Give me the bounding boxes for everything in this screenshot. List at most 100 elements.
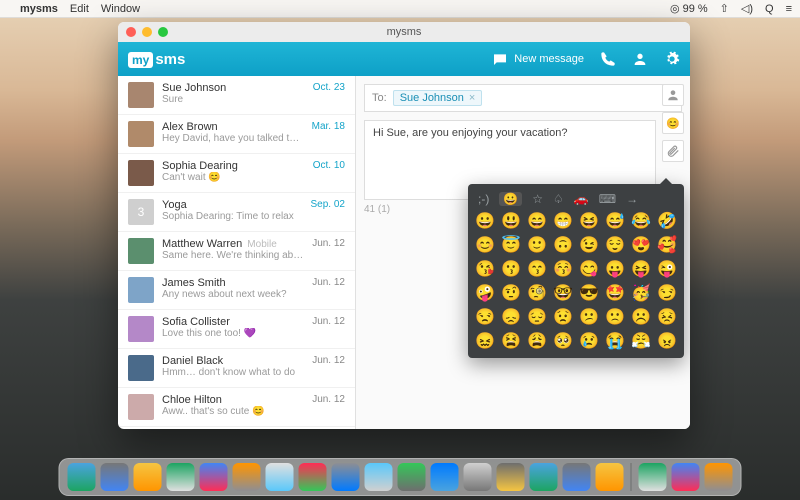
emoji-tab[interactable]: →	[626, 192, 638, 206]
emoji-cell[interactable]: 😉	[578, 236, 600, 256]
conversation-item[interactable]: John BakerI'll give it a try!Jun. 12	[118, 427, 355, 429]
emoji-cell[interactable]: 😣	[656, 308, 678, 328]
call-icon[interactable]	[600, 51, 616, 67]
emoji-cell[interactable]: 😭	[604, 332, 626, 352]
emoji-tab[interactable]: 🚗	[574, 192, 589, 206]
conversation-item[interactable]: Matthew WarrenMobileSame here. We're thi…	[118, 232, 355, 271]
emoji-cell[interactable]: 🤣	[656, 212, 678, 232]
conversation-item[interactable]: Sophia DearingCan't wait 😊Oct. 10	[118, 154, 355, 193]
emoji-cell[interactable]: 😄	[526, 212, 548, 232]
dock-app-icon[interactable]	[134, 463, 162, 491]
add-contact-button[interactable]	[662, 84, 684, 106]
emoji-cell[interactable]: 😔	[526, 308, 548, 328]
notification-center-icon[interactable]: ≡	[786, 3, 792, 15]
dock-app-icon[interactable]	[639, 463, 667, 491]
dock-app-icon[interactable]	[431, 463, 459, 491]
emoji-cell[interactable]: 🥺	[552, 332, 574, 352]
dock-app-icon[interactable]	[233, 463, 261, 491]
emoji-cell[interactable]: 🤩	[604, 284, 626, 304]
volume-icon[interactable]: ◁)	[741, 2, 753, 15]
remove-recipient-icon[interactable]: ×	[469, 92, 475, 104]
window-titlebar[interactable]: mysms	[118, 22, 690, 42]
emoji-cell[interactable]: 😊	[474, 236, 496, 256]
macos-dock[interactable]	[59, 458, 742, 496]
emoji-cell[interactable]: 😒	[474, 308, 496, 328]
emoji-cell[interactable]: 😖	[474, 332, 496, 352]
dock-app-icon[interactable]	[68, 463, 96, 491]
emoji-cell[interactable]: 😎	[578, 284, 600, 304]
conversation-item[interactable]: Sue JohnsonSureOct. 23	[118, 76, 355, 115]
emoji-cell[interactable]: 😃	[500, 212, 522, 232]
dock-app-icon[interactable]	[365, 463, 393, 491]
dock-app-icon[interactable]	[563, 463, 591, 491]
emoji-cell[interactable]: 🙃	[552, 236, 574, 256]
conversation-item[interactable]: Sofia CollisterLove this one too! 💜Jun. …	[118, 310, 355, 349]
settings-gear-icon[interactable]	[664, 51, 680, 67]
battery-status[interactable]: ◎ 99 %	[670, 2, 708, 15]
dock-app-icon[interactable]	[672, 463, 700, 491]
emoji-cell[interactable]: 😆	[578, 212, 600, 232]
dock-app-icon[interactable]	[705, 463, 733, 491]
emoji-cell[interactable]: 😠	[656, 332, 678, 352]
attach-button[interactable]	[662, 140, 684, 162]
dock-app-icon[interactable]	[167, 463, 195, 491]
emoji-cell[interactable]: 🙂	[526, 236, 548, 256]
conversation-list[interactable]: Sue JohnsonSureOct. 23Alex BrownHey Davi…	[118, 76, 356, 429]
emoji-cell[interactable]: ☹️	[630, 308, 652, 328]
dock-app-icon[interactable]	[101, 463, 129, 491]
emoji-tab[interactable]: ♤	[553, 192, 564, 206]
emoji-cell[interactable]: 😍	[630, 236, 652, 256]
emoji-cell[interactable]: 😚	[552, 260, 574, 280]
emoji-cell[interactable]: 😢	[578, 332, 600, 352]
status-icon[interactable]: ⇧	[720, 2, 729, 15]
emoji-tab[interactable]: 😀	[499, 192, 522, 206]
conversation-item[interactable]: James SmithAny news about next week?Jun.…	[118, 271, 355, 310]
emoji-cell[interactable]: 😞	[500, 308, 522, 328]
emoji-tab[interactable]: ;-)	[478, 192, 489, 206]
emoji-cell[interactable]: 😛	[604, 260, 626, 280]
dock-app-icon[interactable]	[200, 463, 228, 491]
emoji-cell[interactable]: 🥳	[630, 284, 652, 304]
dock-app-icon[interactable]	[596, 463, 624, 491]
dock-app-icon[interactable]	[332, 463, 360, 491]
emoji-cell[interactable]: 😀	[474, 212, 496, 232]
emoji-cell[interactable]: 🧐	[526, 284, 548, 304]
conversation-item[interactable]: Chloe HiltonAww.. that's so cute 😊Jun. 1…	[118, 388, 355, 427]
recipients-field[interactable]: To: Sue Johnson ×	[364, 84, 682, 112]
emoji-cell[interactable]: 😟	[552, 308, 574, 328]
emoji-cell[interactable]: 😙	[526, 260, 548, 280]
emoji-cell[interactable]: 😫	[500, 332, 522, 352]
spotlight-icon[interactable]: Q	[765, 3, 774, 15]
emoji-cell[interactable]: 😝	[630, 260, 652, 280]
emoji-tab[interactable]: ⌨	[599, 192, 616, 206]
emoji-cell[interactable]: 😌	[604, 236, 626, 256]
emoji-cell[interactable]: 🤨	[500, 284, 522, 304]
emoji-cell[interactable]: 🤪	[474, 284, 496, 304]
emoji-tab[interactable]: ☆	[532, 192, 543, 206]
emoji-cell[interactable]: 🙁	[604, 308, 626, 328]
emoji-cell[interactable]: 😅	[604, 212, 626, 232]
emoji-cell[interactable]: 😩	[526, 332, 548, 352]
emoji-cell[interactable]: 😘	[474, 260, 496, 280]
contacts-icon[interactable]	[632, 51, 648, 67]
dock-app-icon[interactable]	[497, 463, 525, 491]
menubar-item-window[interactable]: Window	[101, 3, 140, 15]
dock-app-icon[interactable]	[464, 463, 492, 491]
emoji-cell[interactable]: 😜	[656, 260, 678, 280]
recipient-chip[interactable]: Sue Johnson ×	[393, 90, 483, 106]
emoji-cell[interactable]: 😗	[500, 260, 522, 280]
dock-app-icon[interactable]	[299, 463, 327, 491]
menubar-item-edit[interactable]: Edit	[70, 3, 89, 15]
emoji-cell[interactable]: 😏	[656, 284, 678, 304]
menubar-app-name[interactable]: mysms	[20, 3, 58, 15]
conversation-item[interactable]: 3YogaSophia Dearing: Time to relaxSep. 0…	[118, 193, 355, 232]
emoji-cell[interactable]: 😤	[630, 332, 652, 352]
emoji-cell[interactable]: 🤓	[552, 284, 574, 304]
emoji-cell[interactable]: 😂	[630, 212, 652, 232]
emoji-cell[interactable]: 😇	[500, 236, 522, 256]
dock-app-icon[interactable]	[398, 463, 426, 491]
new-message-button[interactable]: New message	[492, 51, 584, 67]
dock-app-icon[interactable]	[266, 463, 294, 491]
emoji-cell[interactable]: 😋	[578, 260, 600, 280]
emoji-cell[interactable]: 🥰	[656, 236, 678, 256]
